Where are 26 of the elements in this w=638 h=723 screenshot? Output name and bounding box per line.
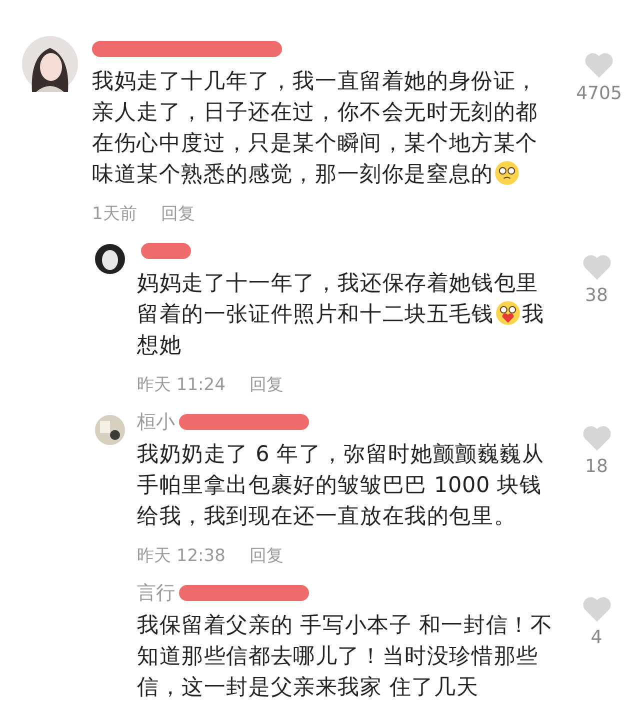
comment-time: 1天前 [92,203,137,226]
heart-icon[interactable] [582,425,612,452]
like-count: 38 [585,285,608,306]
redaction-mark [141,243,191,259]
like-count: 18 [585,456,608,477]
emoji-icon [494,160,520,186]
like-count: 4 [590,627,602,648]
reply-link[interactable]: 回复 [249,373,284,399]
comment-text: 我保留着父亲的 手写小本子 和一封信！不知道那些信都去哪儿了！当时没珍惜那些信，这一封是父亲来我家 住了几天 [137,612,554,702]
emoji-icon [494,300,521,326]
comment-time: 昨天 11:24 [137,374,226,397]
heart-icon[interactable] [582,596,612,623]
comment-text: 妈妈走了十一年了，我还保存着她钱包里留着的一张证件照片和十二块五毛钱 我想她 [137,270,546,360]
comment-time: 昨天 12:38 [137,545,226,568]
like-count: 4705 [576,83,622,104]
heart-icon[interactable] [582,254,612,281]
comment-text: 我奶奶走了 6 年了，弥留时她颤颤巍巍从手帕里拿出包裹好的皱皱巴巴 1000 块钱给我，我到现在还一直放在我的包里。 [137,441,546,531]
heart-icon[interactable] [584,52,614,79]
username: 桓小 [137,410,175,435]
username: 言行 [137,581,175,606]
reply-link[interactable]: 回复 [160,202,195,228]
comment-text: 我妈走了十几年了，我一直留着她的身份证，亲人走了，日子还在过，你不会无时无刻的都在伤心中度过，只是某个瞬间，某个地方某个味道某个熟悉的感觉，那一刻你是窒息的 [92,68,539,189]
user-avatar[interactable] [95,244,125,274]
user-avatar[interactable] [22,36,78,92]
user-avatar[interactable] [95,415,125,445]
reply-link[interactable]: 回复 [249,544,284,570]
